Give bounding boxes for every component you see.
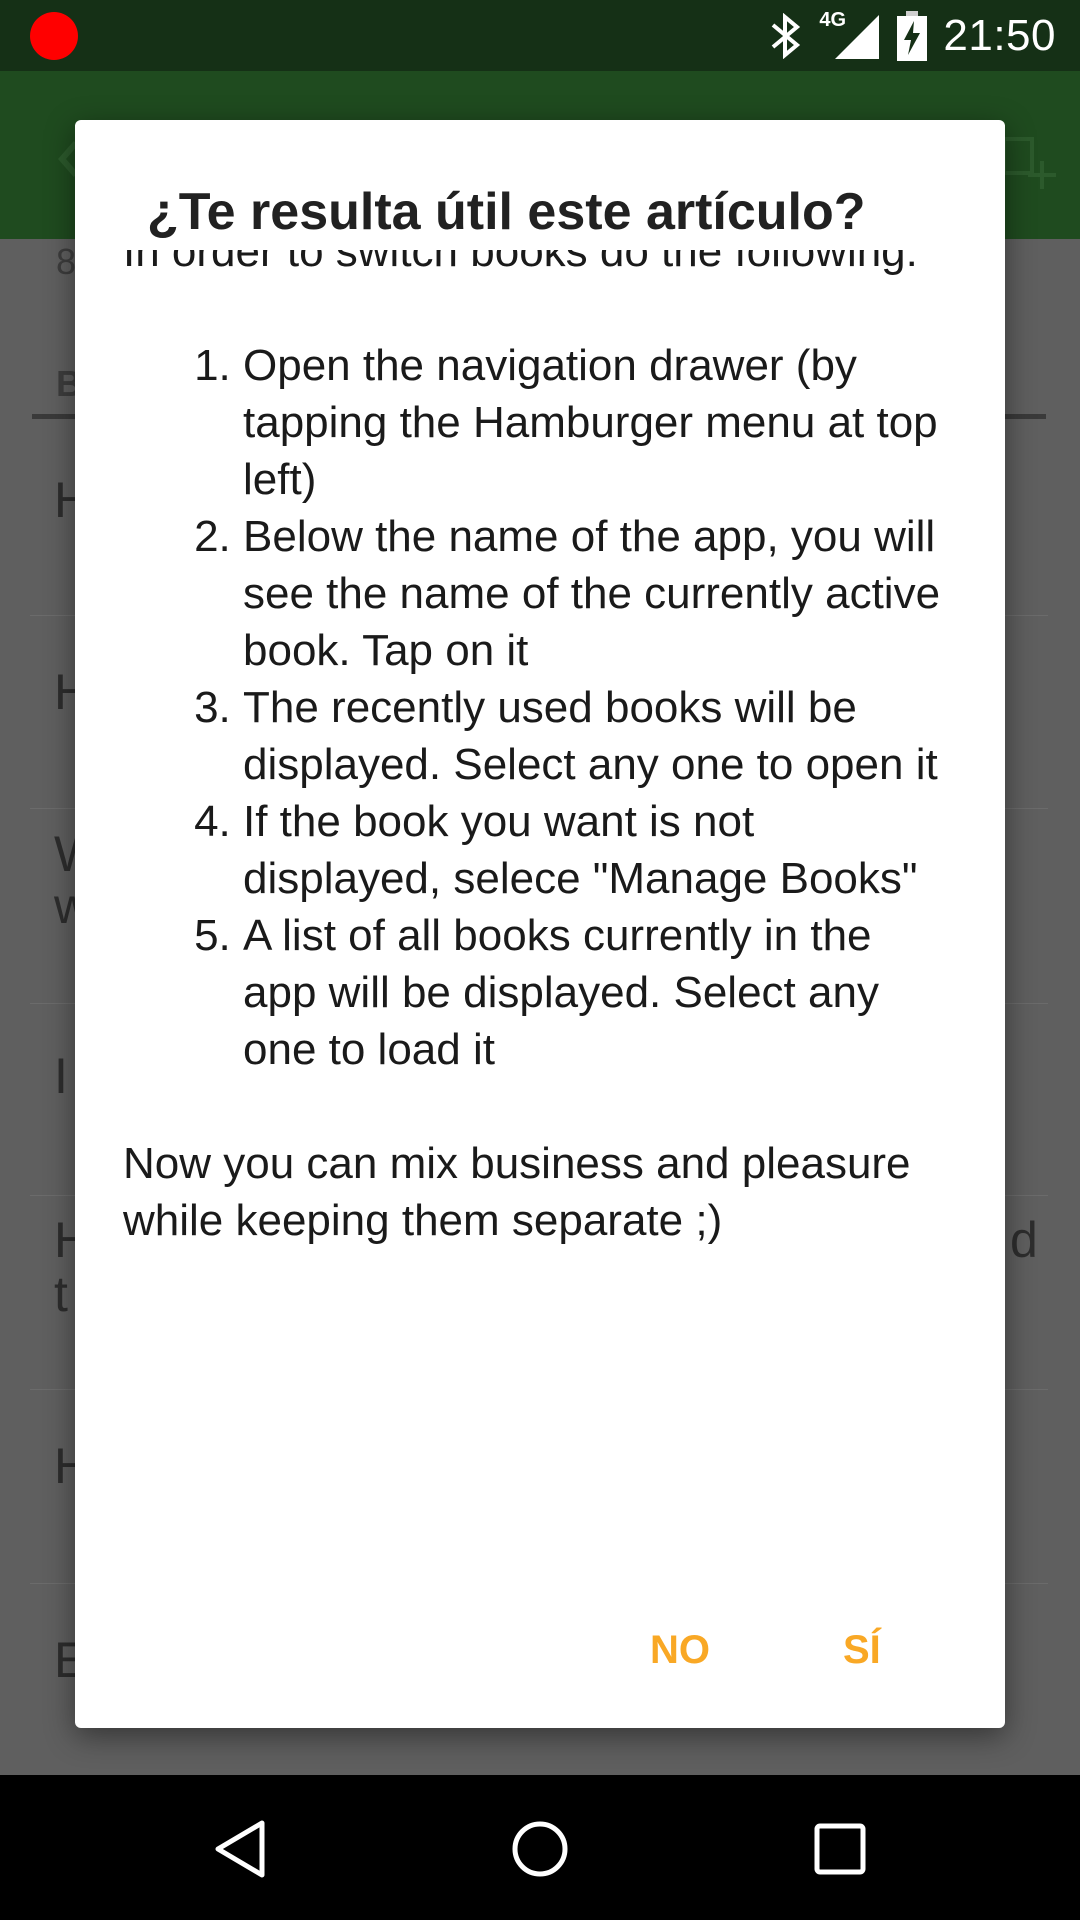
article-content: In order to switch books do the followin… bbox=[123, 250, 943, 1249]
clock: 21:50 bbox=[943, 10, 1056, 60]
article-intro: In order to switch books do the followin… bbox=[123, 250, 918, 276]
bg-fragment: t bbox=[54, 1266, 68, 1322]
steps-list: Open the navigation drawer (by tapping t… bbox=[123, 337, 943, 1078]
bg-fragment: I bbox=[54, 1048, 68, 1104]
step-item: The recently used books will be displaye… bbox=[243, 679, 943, 793]
app-add-book-icon bbox=[1002, 137, 1056, 189]
step-item: If the book you want is not displayed, s… bbox=[243, 793, 943, 907]
step-item: Below the name of the app, you will see … bbox=[243, 508, 943, 679]
battery-charging-icon bbox=[897, 10, 928, 61]
step-item: A list of all books currently in the app… bbox=[243, 907, 943, 1078]
status-bar: 4G 21:50 bbox=[0, 0, 1080, 71]
dialog-body-scroll[interactable]: In order to switch books do the followin… bbox=[75, 250, 1005, 1540]
status-icons: 4G 21:50 bbox=[769, 0, 1056, 71]
dialog-title: ¿Te resulta útil este artículo? bbox=[147, 182, 876, 242]
home-icon[interactable] bbox=[510, 1819, 570, 1879]
signal-icon: 4G bbox=[819, 9, 881, 61]
recents-icon[interactable] bbox=[812, 1819, 868, 1879]
bg-fragment: d bbox=[1010, 1212, 1038, 1268]
recording-dot-icon bbox=[30, 12, 78, 60]
help-article-dialog: ¿Te resulta útil este artículo? In order… bbox=[75, 120, 1005, 1728]
step-item: Open the navigation drawer (by tapping t… bbox=[243, 337, 943, 508]
back-icon[interactable] bbox=[212, 1819, 268, 1879]
yes-button[interactable]: SÍ bbox=[823, 1600, 901, 1700]
no-button[interactable]: NO bbox=[630, 1600, 730, 1700]
dialog-actions: NO SÍ bbox=[75, 1600, 1005, 1700]
bluetooth-icon bbox=[772, 12, 801, 59]
bg-fragment: 8 bbox=[56, 241, 77, 282]
article-closing: Now you can mix business and pleasure wh… bbox=[123, 1139, 911, 1245]
navigation-bar bbox=[0, 1775, 1080, 1920]
